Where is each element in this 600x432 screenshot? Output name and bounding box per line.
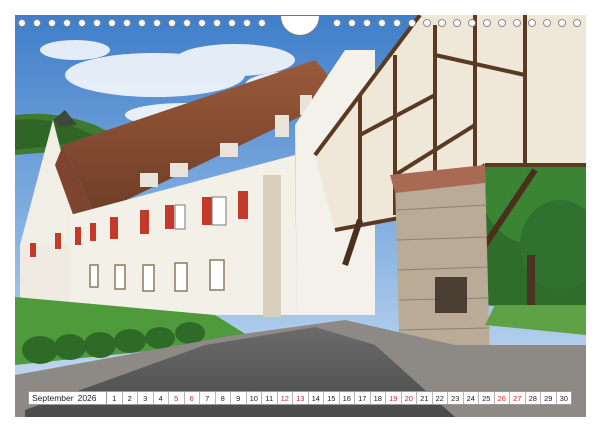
spiral-ring-icon <box>33 19 41 27</box>
month-label: September 2026 <box>29 392 107 404</box>
year-label: 2026 <box>77 393 97 403</box>
day-cell: 28 <box>526 392 541 404</box>
day-cell: 4 <box>154 392 169 404</box>
day-cell: 6 <box>185 392 200 404</box>
spiral-ring-icon <box>48 19 56 27</box>
month-name: September <box>32 393 74 403</box>
day-cell: 2 <box>123 392 138 404</box>
day-cells: 1 2 3 4 5 6 7 8 9 10 11 12 13 14 15 16 17 18 19 20 21 22 23 24 2… <box>107 392 571 404</box>
spiral-ring-icon <box>138 19 146 27</box>
spiral-ring-icon <box>153 19 161 27</box>
day-cell: 9 <box>231 392 247 404</box>
hanger-hook-icon <box>280 16 320 36</box>
spiral-ring-icon <box>528 19 536 27</box>
spiral-ring-icon <box>108 19 116 27</box>
spiral-ring-icon <box>498 19 506 27</box>
spiral-ring-icon <box>243 19 251 27</box>
spiral-ring-icon <box>513 19 521 27</box>
stone-corner <box>263 175 281 317</box>
spiral-ring-icon <box>408 19 416 27</box>
spiral-ring-icon <box>438 19 446 27</box>
spiral-ring-icon <box>123 19 131 27</box>
day-cell: 16 <box>340 392 355 404</box>
spiral-ring-icon <box>333 19 341 27</box>
day-cell: 27 <box>510 392 526 404</box>
spiral-ring-icon <box>18 19 26 27</box>
spiral-ring-icon <box>483 19 491 27</box>
day-cell: 8 <box>216 392 231 404</box>
day-cell: 10 <box>247 392 262 404</box>
spiral-ring-icon <box>198 19 206 27</box>
spiral-ring-icon <box>453 19 461 27</box>
day-cell: 13 <box>293 392 309 404</box>
spiral-ring-icon <box>348 19 356 27</box>
spiral-ring-icon <box>93 19 101 27</box>
memorial-plaque <box>435 277 467 313</box>
day-cell: 29 <box>541 392 557 404</box>
day-cell: 15 <box>324 392 340 404</box>
day-cell: 11 <box>262 392 278 404</box>
day-cell: 12 <box>278 392 293 404</box>
calendar-strip: September 2026 1 2 3 4 5 6 7 8 9 10 11 12 13 14 15 16 17… <box>28 391 572 405</box>
spiral-ring-icon <box>168 19 176 27</box>
spiral-binding <box>0 14 600 36</box>
day-cell: 7 <box>200 392 216 404</box>
day-cell: 20 <box>402 392 417 404</box>
spiral-ring-icon <box>468 19 476 27</box>
day-cell: 22 <box>433 392 448 404</box>
spiral-ring-icon <box>393 19 401 27</box>
spiral-ring-icon <box>258 19 266 27</box>
spiral-ring-icon <box>183 19 191 27</box>
spiral-ring-icon <box>543 19 551 27</box>
spiral-ring-icon <box>363 19 371 27</box>
spiral-ring-icon <box>423 19 431 27</box>
calendar-page: September 2026 1 2 3 4 5 6 7 8 9 10 11 12 13 14 15 16 17… <box>0 0 600 432</box>
day-cell: 3 <box>138 392 154 404</box>
day-cell: 30 <box>559 393 568 403</box>
spiral-ring-icon <box>378 19 386 27</box>
day-cell: 1 <box>107 392 123 404</box>
day-cell: 25 <box>479 392 495 404</box>
day-cell: 14 <box>309 392 324 404</box>
day-cell: 17 <box>355 392 371 404</box>
spiral-ring-icon <box>63 19 71 27</box>
spiral-ring-icon <box>228 19 236 27</box>
spiral-ring-icon <box>213 19 221 27</box>
landscape-photo <box>15 15 586 417</box>
day-cell: 23 <box>448 392 464 404</box>
day-cell: 21 <box>417 392 433 404</box>
day-cell: 19 <box>386 392 402 404</box>
day-cell: 26 <box>495 392 510 404</box>
spiral-ring-icon <box>558 19 566 27</box>
spiral-ring-icon <box>78 19 86 27</box>
day-cell: 24 <box>464 392 479 404</box>
spiral-ring-icon <box>573 19 581 27</box>
day-cell: 5 <box>169 392 185 404</box>
day-cell: 18 <box>371 392 386 404</box>
